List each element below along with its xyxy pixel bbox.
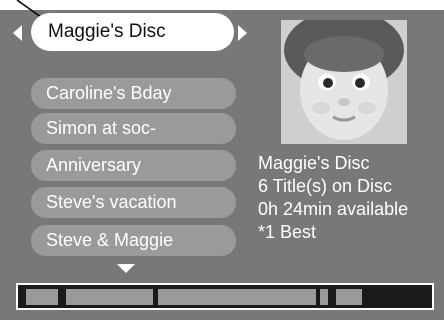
disc-selector[interactable]: Maggie's Disc bbox=[31, 13, 234, 51]
usage-segment-5 bbox=[336, 289, 362, 305]
title-item-1[interactable]: Caroline's Bday bbox=[31, 78, 236, 109]
time-available-text: 0h 24min available bbox=[258, 199, 409, 219]
prev-disc-arrow-icon[interactable] bbox=[13, 25, 22, 41]
disc-name-text: Maggie's Disc bbox=[258, 153, 370, 173]
usage-segment-1 bbox=[26, 289, 58, 305]
disc-usage-bar bbox=[16, 283, 434, 310]
title-count-text: 6 Title(s) on Disc bbox=[258, 176, 393, 196]
title-item-2[interactable]: Simon at soc- bbox=[31, 113, 236, 144]
title-item-3[interactable]: Anniversary bbox=[31, 150, 236, 181]
disc-menu-screen: Maggie's Disc Caroline's Bday Simon at s… bbox=[0, 0, 444, 320]
disc-thumbnail bbox=[281, 20, 407, 144]
disc-info-panel: Maggie's Disc 6 Title(s) on Disc 0h 24mi… bbox=[258, 152, 408, 244]
usage-segment-4 bbox=[320, 289, 328, 305]
title-item-5[interactable]: Steve & Maggie bbox=[31, 225, 236, 256]
scroll-down-arrow-icon[interactable] bbox=[117, 264, 135, 273]
usage-segment-2 bbox=[66, 289, 153, 305]
quality-text: *1 Best bbox=[258, 222, 317, 242]
usage-segment-3 bbox=[158, 289, 316, 305]
title-item-4[interactable]: Steve's vacation bbox=[31, 187, 236, 218]
next-disc-arrow-icon[interactable] bbox=[238, 25, 247, 41]
